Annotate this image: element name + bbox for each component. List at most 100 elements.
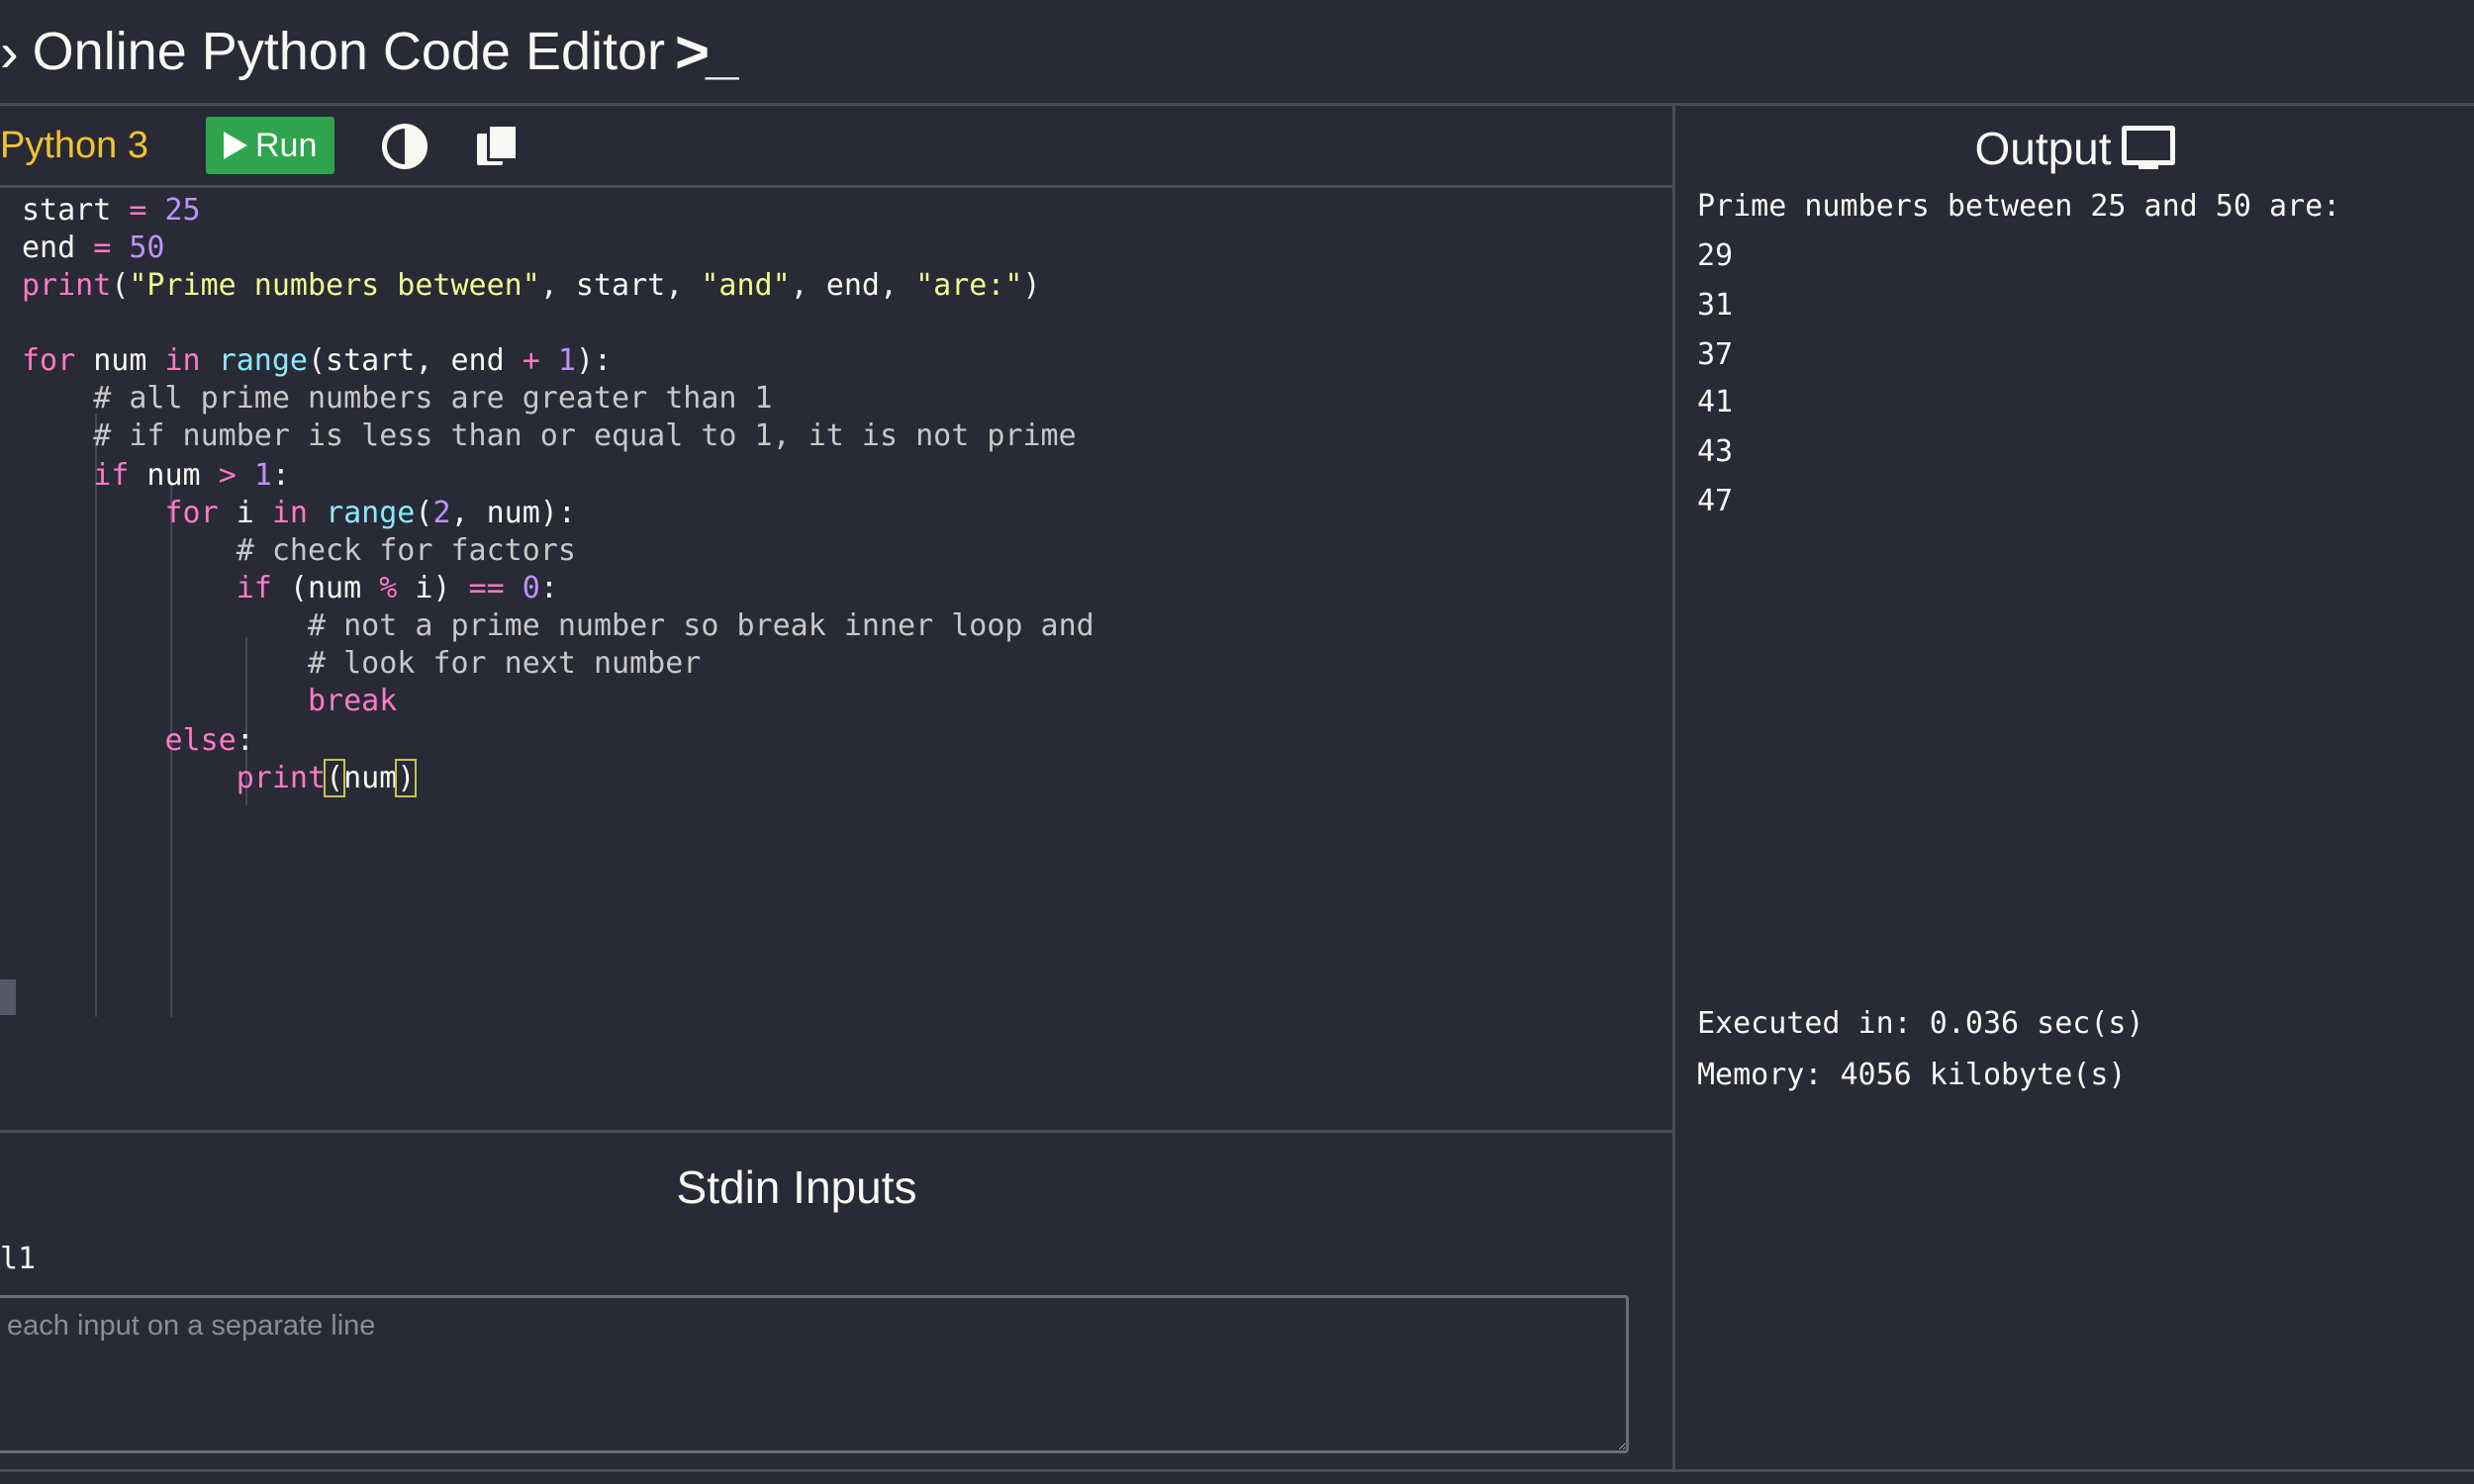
- code-token: # look for next number: [22, 646, 702, 681]
- code-token: , num):: [450, 496, 576, 530]
- contrast-icon: [382, 124, 428, 169]
- code-token: , start,: [539, 268, 702, 303]
- bottom-border: [0, 1469, 2474, 1472]
- code-token: "are:": [915, 268, 1023, 303]
- output-line: 47: [1697, 484, 1734, 518]
- code-token: else: [164, 723, 237, 758]
- editor-panel: Python 3 Run start = 25 end = 50 print("Pr…: [0, 106, 1675, 1130]
- code-line: # all prime numbers are greater than 1: [22, 380, 773, 417]
- stdin-input[interactable]: [0, 1295, 1629, 1453]
- code-line: if (num % i) == 0:: [22, 570, 558, 607]
- code-token: 0: [522, 571, 540, 605]
- code-token: +: [522, 343, 540, 378]
- language-selector[interactable]: Python 3: [0, 125, 198, 167]
- code-line: if num > 1:: [22, 457, 290, 495]
- code-token: # all prime numbers are greater than 1: [22, 381, 773, 416]
- code-token: :: [539, 571, 558, 605]
- stdin-panel: Stdin Inputs l1: [0, 1130, 1675, 1472]
- copy-button[interactable]: [473, 124, 520, 167]
- code-token: if: [236, 571, 272, 605]
- code-token: i: [218, 496, 272, 530]
- code-token: (: [111, 268, 130, 303]
- code-token: =: [93, 231, 112, 265]
- code-token: for: [164, 496, 219, 530]
- code-token: 50: [129, 231, 165, 265]
- editor-toolbar: Python 3 Run: [0, 106, 1672, 188]
- code-token: 25: [164, 193, 201, 228]
- code-token: if: [93, 458, 130, 493]
- code-token: num: [343, 761, 398, 795]
- executed-time: Executed in: 0.036 sec(s): [1697, 1006, 2144, 1041]
- code-line: for i in range(2, num):: [22, 495, 576, 532]
- code-line: else:: [22, 722, 254, 760]
- code-token: %: [379, 571, 398, 605]
- stdin-value-label: l1: [0, 1242, 37, 1276]
- memory-usage: Memory: 4056 kilobyte(s): [1697, 1058, 2127, 1092]
- code-token: break: [307, 684, 398, 718]
- chevron-right-icon: ›: [0, 20, 19, 83]
- code-token: (: [415, 496, 433, 530]
- code-token: i): [397, 571, 469, 605]
- code-token: # not a prime number so break inner loop…: [22, 608, 1094, 643]
- code-token: # if number is less than or equal to 1, …: [22, 418, 1077, 453]
- output-panel: Output Executed in: 0.036 sec(s) Memory:…: [1675, 106, 2474, 1469]
- code-line: print(num): [22, 759, 418, 797]
- code-token: range: [326, 496, 416, 530]
- code-token: 2: [432, 496, 451, 530]
- theme-toggle-button[interactable]: [382, 124, 428, 169]
- code-token: print: [236, 761, 327, 795]
- run-button-label: Run: [255, 126, 318, 164]
- code-token: range: [218, 343, 308, 378]
- code-editor[interactable]: start = 25 end = 50 print("Prime numbers b…: [0, 188, 1672, 1133]
- code-line: break: [22, 683, 397, 720]
- code-token: (: [324, 759, 346, 797]
- code-token: "and": [701, 268, 791, 303]
- output-line: 41: [1697, 385, 1734, 419]
- run-button[interactable]: Run: [206, 117, 335, 174]
- code-token: for: [22, 343, 76, 378]
- output-heading-line: Prime numbers between 25 and 50 are:: [1697, 189, 2341, 224]
- code-token: =: [129, 193, 147, 228]
- output-title: Output: [1675, 122, 2474, 175]
- terminal-icon: >_: [675, 18, 738, 85]
- app-header: › Online Python Code Editor >_: [0, 0, 2474, 106]
- code-token: in: [271, 496, 308, 530]
- play-icon: [224, 132, 247, 159]
- output-line: 37: [1697, 337, 1734, 372]
- code-token: ): [395, 759, 418, 797]
- code-line: for num in range(start, end + 1):: [22, 342, 612, 380]
- code-token: # check for factors: [22, 533, 576, 568]
- code-token: :: [236, 723, 254, 758]
- code-token: 1: [557, 343, 576, 378]
- code-token: start: [22, 193, 130, 228]
- current-line-marker: [0, 979, 16, 1015]
- code-token: num: [129, 458, 219, 493]
- code-line: # if number is less than or equal to 1, …: [22, 417, 1077, 455]
- output-line: 43: [1697, 434, 1734, 469]
- code-token: (num: [271, 571, 380, 605]
- code-line: # not a prime number so break inner loop…: [22, 607, 1094, 645]
- output-line: 31: [1697, 288, 1734, 323]
- code-token: num: [75, 343, 165, 378]
- code-line: print("Prime numbers between", start, "a…: [22, 267, 1041, 305]
- output-line: 29: [1697, 238, 1734, 273]
- output-title-label: Output: [1974, 123, 2112, 174]
- code-token: ==: [468, 571, 505, 605]
- code-line: # look for next number: [22, 645, 701, 683]
- code-token: 1: [253, 458, 272, 493]
- page-title: Online Python Code Editor: [32, 22, 666, 81]
- code-line: # check for factors: [22, 532, 576, 570]
- code-token: in: [164, 343, 201, 378]
- code-token: :: [271, 458, 290, 493]
